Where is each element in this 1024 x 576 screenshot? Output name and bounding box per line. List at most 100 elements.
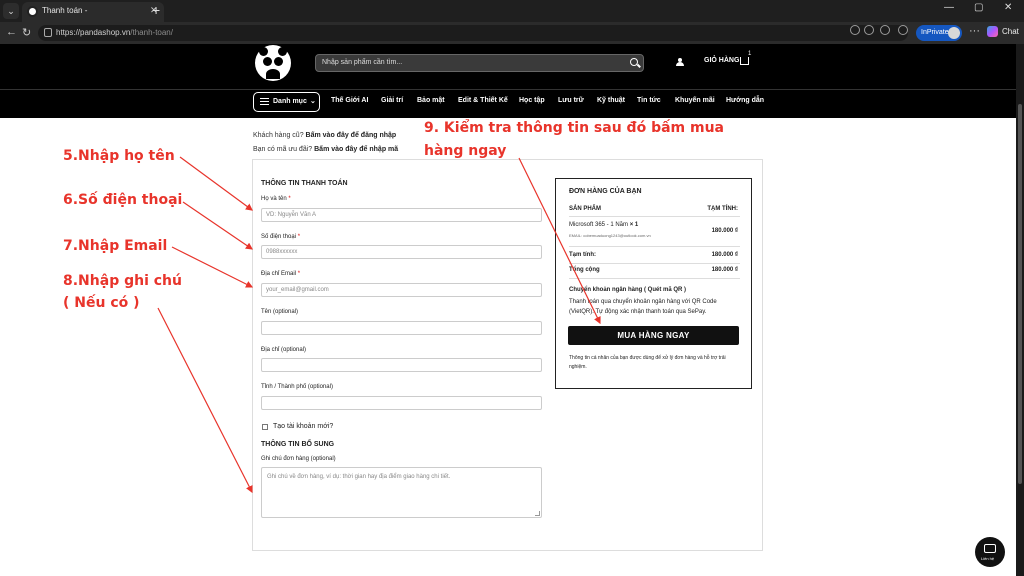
nav-item[interactable]: Tin tức <box>637 97 661 104</box>
divider <box>569 263 740 264</box>
inprivate-label: InPrivate <box>921 29 949 36</box>
site-header: Nhập sản phẩm cần tìm... GIỎ HÀNG 1 <box>0 44 1016 89</box>
cart-label[interactable]: GIỎ HÀNG <box>704 57 739 64</box>
privacy-note: Thông tin cá nhân của bạn được dùng để x… <box>569 355 726 370</box>
more-icon[interactable]: ··· <box>969 25 980 37</box>
url-field[interactable]: https://pandashop.vn/thanh-toan/ <box>38 25 908 41</box>
notes-label: Ghi chú đơn hàng (optional) <box>261 456 336 462</box>
item-price: 180.000 ₫ <box>711 228 738 234</box>
annotation-phone: 6.Số điện thoại <box>63 192 183 208</box>
copilot-icon[interactable] <box>987 26 998 37</box>
phone-field[interactable]: 0988xxxxxx <box>261 245 542 259</box>
email-field[interactable]: your_email@gmail.com <box>261 283 542 297</box>
login-link[interactable]: Bấm vào đây để đăng nhập <box>306 132 397 139</box>
total-label: Tổng cộng <box>569 267 600 273</box>
zoom-icon[interactable] <box>864 25 874 35</box>
subtotal-label: Tạm tính: <box>569 252 596 258</box>
maximize-icon[interactable]: ▢ <box>974 2 983 13</box>
order-notes-field[interactable]: Ghi chú về đơn hàng, ví dụ: thời gian ha… <box>261 467 542 518</box>
arrow-to-fullname <box>179 156 253 211</box>
order-summary: ĐƠN HÀNG CỦA BẠN SẢN PHẨM TẠM TÍNH: Micr… <box>555 178 752 389</box>
nav-item[interactable]: Kỹ thuật <box>597 97 625 104</box>
inprivate-badge[interactable]: InPrivate <box>916 25 962 41</box>
fullname-field[interactable]: VD: Nguyễn Văn A <box>261 208 542 222</box>
annotation-fullname: 5.Nhập họ tên <box>63 148 175 164</box>
category-label: Danh mục <box>273 98 307 105</box>
address-field[interactable] <box>261 358 542 372</box>
arrow-to-email <box>171 246 254 288</box>
annotation-notes-optional: ( Nếu có ) <box>63 295 140 311</box>
chat-widget-label: Liên hệ <box>981 556 995 561</box>
annotation-email: 7.Nhập Email <box>63 238 168 254</box>
returning-customer: Khách hàng cũ? Bấm vào đây để đăng nhập <box>253 132 397 139</box>
scrollbar[interactable] <box>1016 44 1024 576</box>
fullname-label: Họ và tên * <box>261 196 291 202</box>
city-label: Tỉnh / Thành phố (optional) <box>261 384 333 390</box>
chat-widget[interactable]: Liên hệ <box>975 537 1005 567</box>
name-field[interactable] <box>261 321 542 335</box>
nav-item[interactable]: Hướng dẫn <box>726 97 764 104</box>
url-text: https://pandashop.vn/thanh-toan/ <box>56 28 173 37</box>
search-icon[interactable] <box>630 58 638 66</box>
address-bar: ← ↻ https://pandashop.vn/thanh-toan/ InP… <box>0 22 1024 44</box>
annotation-notes: 8.Nhập ghi chú <box>63 273 182 289</box>
create-account-label[interactable]: Tạo tài khoản mới? <box>273 423 333 430</box>
col-subtotal: TẠM TÍNH: <box>707 206 738 212</box>
divider <box>569 246 740 247</box>
search-placeholder: Nhập sản phẩm cần tìm... <box>322 59 403 66</box>
notes-placeholder: Ghi chú về đơn hàng, ví dụ: thời gian ha… <box>267 474 451 480</box>
arrow-to-notes <box>157 307 253 494</box>
cart-count: 1 <box>748 51 752 57</box>
item-email: EMAIL: cobemuaduong1243@outlook.com.vn <box>569 233 651 238</box>
close-window-icon[interactable]: ✕ <box>1004 2 1012 13</box>
name-label: Tên (optional) <box>261 309 299 315</box>
total-value: 180.000 ₫ <box>711 267 738 273</box>
nav-item[interactable]: Lưu trữ <box>558 97 584 104</box>
billing-title: THÔNG TIN THANH TOÁN <box>261 180 348 187</box>
chevron-down-icon: ⌄ <box>310 98 316 105</box>
browser-tab[interactable]: Thanh toán - ✕ <box>22 2 164 22</box>
address-label: Địa chỉ (optional) <box>261 347 307 353</box>
lock-icon <box>44 28 52 37</box>
favorite-icon[interactable] <box>880 25 890 35</box>
coupon-link[interactable]: Bấm vào đây để nhập mã <box>314 146 398 153</box>
city-field[interactable] <box>261 396 542 410</box>
nav-item[interactable]: Thế Giới AI <box>331 97 368 104</box>
create-account-checkbox[interactable] <box>262 424 268 430</box>
divider <box>569 216 740 217</box>
nav-item[interactable]: Bảo mật <box>417 97 445 104</box>
col-product: SẢN PHẨM <box>569 206 602 212</box>
read-aloud-icon[interactable] <box>850 25 860 35</box>
collections-icon[interactable] <box>898 25 908 35</box>
subtotal-value: 180.000 ₫ <box>711 252 738 258</box>
main-nav: Danh mục ⌄ Thế Giới AI Giải trí Bảo mật … <box>0 89 1016 118</box>
minimize-icon[interactable]: — <box>944 2 954 13</box>
category-button[interactable]: Danh mục ⌄ <box>253 92 320 112</box>
chat-label[interactable]: Chat <box>1002 27 1019 36</box>
resize-handle[interactable] <box>535 511 540 516</box>
nav-item[interactable]: Giải trí <box>381 97 403 104</box>
scrollbar-thumb[interactable] <box>1018 104 1022 484</box>
reload-icon[interactable]: ↻ <box>22 26 31 39</box>
nav-item[interactable]: Edit & Thiết Kế <box>458 97 508 104</box>
tab-bar: ⌄ Thanh toán - ✕ + — ▢ ✕ <box>0 0 1024 22</box>
annotation-review-2: hàng ngay <box>424 143 507 159</box>
tab-menu-icon[interactable]: ⌄ <box>3 3 19 19</box>
nav-item[interactable]: Học tập <box>519 97 545 104</box>
buy-now-button[interactable]: MUA HÀNG NGAY <box>568 326 739 345</box>
page-content: Nhập sản phẩm cần tìm... GIỎ HÀNG 1 Danh… <box>0 44 1016 576</box>
browser-window: ⌄ Thanh toán - ✕ + — ▢ ✕ ← ↻ https://pan… <box>0 0 1024 576</box>
search-input[interactable]: Nhập sản phẩm cần tìm... <box>315 54 644 72</box>
cart-icon[interactable] <box>740 57 749 65</box>
back-icon[interactable]: ← <box>6 26 17 38</box>
user-icon[interactable] <box>676 58 684 66</box>
payment-title: Chuyển khoản ngân hàng ( Quét mã QR ) <box>569 287 687 293</box>
additional-title: THÔNG TIN BỔ SUNG <box>261 441 335 448</box>
arrow-to-phone <box>182 201 253 250</box>
order-title: ĐƠN HÀNG CỦA BẠN <box>569 188 642 195</box>
payment-desc: Thanh toán qua chuyển khoản ngân hàng vớ… <box>569 299 717 315</box>
new-tab-icon[interactable]: + <box>152 2 160 18</box>
hamburger-icon <box>260 98 269 105</box>
panda-logo[interactable] <box>255 45 291 81</box>
nav-item[interactable]: Khuyến mãi <box>675 97 715 104</box>
